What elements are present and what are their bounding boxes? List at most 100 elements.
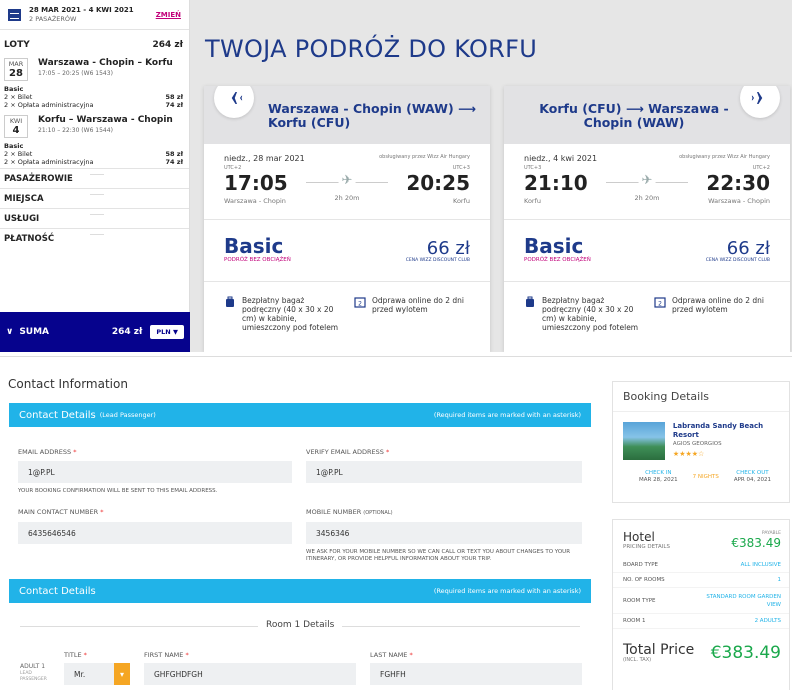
section-services[interactable]: USŁUGI [0,208,189,228]
perk-checkin-text: Odprawa online do 2 dni przed wylotem [372,296,464,314]
price-note: CENA WIZZ DISCOUNT CLUB [405,258,470,263]
fare-line-value: 74 zł [165,101,183,109]
composite-screenshot: 28 MAR 2021 - 4 KWI 2021 2 PASAŻERÓW ZMI… [0,0,792,690]
email-label-text: EMAIL ADDRESS [18,448,72,456]
change-button[interactable]: ZMIEŃ [156,11,181,19]
passenger-count: 2 PASAŻERÓW [29,15,77,23]
stay-dates: CHECK IN MAR 28, 2021 7 NIGHTS CHECK OUT A… [613,460,789,484]
currency-value: PLN [156,328,171,336]
flight-time: 21:10 – 22:30 (W6 1544) [38,127,113,134]
verify-label-text: VERIFY EMAIL ADDRESS [306,448,384,456]
booking-summary-sidebar: 28 MAR 2021 - 4 KWI 2021 2 PASAŻERÓW ZMI… [0,0,190,352]
arrival-place: Warszawa - Chopin [708,197,770,205]
contact-info-title: Contact Information [8,377,128,391]
flight-booking-view: 28 MAR 2021 - 4 KWI 2021 2 PASAŻERÓW ZMI… [0,0,792,352]
booking-details-title: Booking Details [613,382,789,412]
card-title: Korfu (CFU) ⟶ Warszawa - Chopin (WAW) [539,101,729,130]
required-asterisk: * [73,448,77,456]
perk-bag-text: Bezpłatny bagaż podręczny (40 x 30 x 20 … [242,296,339,332]
row-value: STANDARD ROOM GARDEN VIEW [706,593,781,608]
flight-month: MAR [8,60,24,68]
flight-route: Warszawa - Chopin – Korfu [38,58,173,68]
svg-text:2: 2 [358,301,362,308]
fare-line: 2 × Bilet 58 zł [4,93,183,101]
fare-breakdown-return: Basic 2 × Bilet 58 zł 2 × Opłata administ… [0,140,189,168]
fare-line-value: 74 zł [165,158,183,166]
flights-total: 264 zł [152,40,184,50]
section-passengers[interactable]: PASAŻEROWIE [0,168,189,188]
room-details-label: Room 1 Details [258,620,343,630]
checkout-label: CHECK OUT [736,470,769,476]
plane-icon [740,86,780,118]
date-box: MAR 28 [4,58,28,81]
perk-checkin-text: Odprawa online do 2 dni przed wylotem [672,296,764,314]
flight-card-return[interactable]: Korfu (CFU) ⟶ Warszawa - Chopin (WAW) ni… [504,86,790,352]
mobile-field[interactable]: 3456346 [306,522,582,544]
pricing-panel: Hotel PRICING DETAILS PAYABLE €383.49 BOAR… [612,519,790,690]
fare-line-value: 58 zł [165,93,183,101]
plane-icon: ✈ [338,173,356,188]
row-key: ROOM TYPE [623,597,656,604]
currency-select[interactable]: PLN ▼ [150,325,184,339]
required-asterisk: * [185,651,189,659]
flight-summary-return: KWI 4 Korfu – Warszawa - Chopin 21:10 – … [0,111,189,140]
hotel-location: AGIOS GEORGIOS [672,441,722,447]
svg-text:2: 2 [658,301,662,308]
departure-time: 21:10 [524,171,588,195]
fare-line-value: 58 zł [165,150,183,158]
sum-bar[interactable]: ∨ SUMA 264 zł PLN ▼ [0,312,190,352]
checkin-label: CHECK IN [645,470,672,476]
flight-day: 28 [9,68,23,79]
hotel-name[interactable]: Labranda Sandy Beach Resort [673,422,781,440]
first-name-label: FIRST NAME * [144,651,189,659]
bag-icon [526,296,534,307]
departure-time: 17:05 [224,171,288,195]
mobile-label-text: MOBILE NUMBER [306,508,362,516]
fare-line-label: 2 × Bilet [4,150,33,158]
last-name-field[interactable]: FGHFH [370,663,582,685]
title-label-text: TITLE [64,651,82,659]
section-seats[interactable]: MIEJSCA [0,188,189,208]
sum-amount: 264 zł [111,327,143,337]
hotel-booking-view: Contact Information Contact Details (Lea… [0,356,792,690]
duration: 2h 20m [634,194,660,202]
lead-contact-bar: Contact Details (Lead Passenger) (Requir… [9,403,591,427]
rooms-row: NO. OF ROOMS 1 [613,573,789,588]
verify-email-field[interactable]: 1@P.PL [306,461,582,483]
card-header: Warszawa - Chopin (WAW) ⟶ Korfu (CFU) [204,86,490,144]
fare-line: 2 × Bilet 58 zł [4,150,183,158]
lead-passenger-tag: LEAD PASSENGER [20,670,47,683]
first-name-field[interactable]: GHFGHDFGH [144,663,356,685]
section-payment[interactable]: PŁATNOŚĆ [0,228,189,248]
row-value: ALL INCLUSIVE [740,562,781,568]
hotel-label: Hotel [623,530,655,544]
date-range: 28 MAR 2021 - 4 KWI 2021 [29,6,134,14]
arrival-time: 20:25 [406,171,470,195]
main-label-text: MAIN CONTACT NUMBER [18,508,99,516]
required-asterisk: * [83,651,87,659]
fare-line: 2 × Opłata administracyjna 74 zł [4,101,183,109]
required-note: (Required items are marked with an aster… [433,587,581,595]
bag-icon [226,296,234,307]
optional-tag: (OPTIONAL) [363,510,393,516]
card-title: Warszawa - Chopin (WAW) ⟶ Korfu (CFU) [268,101,476,130]
trip-title: TWOJA PODRÓŻ DO KORFU [205,35,538,63]
flight-date: niedz., 28 mar 2021 [224,154,305,163]
title-select[interactable]: Mr. [64,663,114,685]
sum-label: SUMA [19,327,50,337]
mobile-label: MOBILE NUMBER (OPTIONAL) [306,508,393,516]
arrival-place: Korfu [453,197,470,205]
main-contact-field[interactable]: 6435646546 [18,522,292,544]
fare-name: Basic [524,234,584,258]
chevron-down-icon[interactable]: ▾ [114,663,130,685]
fare-subtitle: PODRÓŻ BEZ OBCIĄŻEŃ [524,257,591,263]
flight-card-outbound[interactable]: Warszawa - Chopin (WAW) ⟶ Korfu (CFU) ni… [204,86,490,352]
departure-place: Warszawa - Chopin [224,197,286,205]
email-field[interactable]: 1@P.PL [18,461,292,483]
total-amount: €383.49 [710,643,781,663]
fare-price: 66 zł [726,238,770,259]
hotel-amount: €383.49 [731,535,781,550]
required-asterisk: * [385,448,390,456]
calendar-2-icon: 2 [354,297,366,308]
trip-dates-header: 28 MAR 2021 - 4 KWI 2021 2 PASAŻERÓW ZMI… [0,0,189,30]
